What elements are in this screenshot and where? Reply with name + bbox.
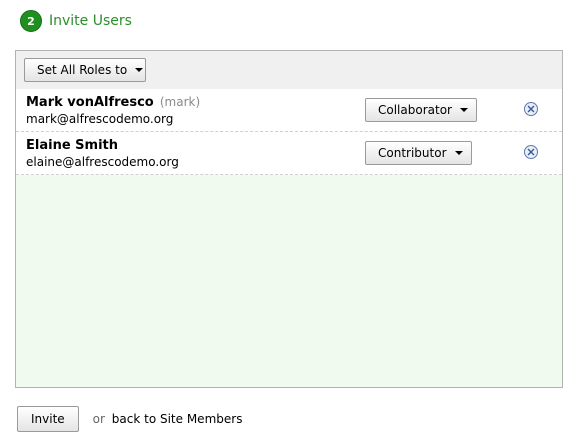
invite-button[interactable]: Invite — [17, 406, 79, 432]
user-list: Mark vonAlfresco (mark) mark@alfrescodem… — [16, 89, 562, 175]
footer-text: or back to Site Members — [93, 412, 243, 426]
user-username: (mark) — [159, 95, 201, 109]
caret-down-icon — [459, 108, 468, 112]
set-all-roles-button[interactable]: Set All Roles to — [24, 58, 146, 82]
user-email: elaine@alfrescodemo.org — [26, 155, 179, 169]
step-title: Invite Users — [49, 13, 132, 29]
set-all-roles-label: Set All Roles to — [37, 63, 128, 77]
close-circle-icon[interactable] — [523, 144, 539, 160]
role-label: Collaborator — [378, 103, 452, 117]
footer-or-text: or — [92, 412, 105, 426]
user-name-line: Mark vonAlfresco (mark) — [26, 95, 200, 110]
close-circle-icon[interactable] — [523, 101, 539, 117]
user-full-name: Elaine Smith — [26, 138, 118, 153]
user-email: mark@alfrescodemo.org — [26, 112, 174, 126]
step-header: 2 Invite Users — [20, 10, 132, 32]
role-dropdown-button[interactable]: Contributor — [365, 141, 472, 165]
role-label: Contributor — [378, 146, 447, 160]
role-dropdown-button[interactable]: Collaborator — [365, 98, 477, 122]
step-number-badge: 2 — [20, 10, 42, 32]
footer-actions: Invite or back to Site Members — [17, 406, 242, 432]
user-full-name: Mark vonAlfresco — [26, 95, 154, 110]
invitee-list-panel: Set All Roles to Mark vonAlfresco (mark)… — [15, 50, 563, 388]
user-name-line: Elaine Smith — [26, 138, 120, 153]
back-to-site-members-link[interactable]: back to Site Members — [112, 412, 243, 426]
caret-down-icon — [135, 68, 144, 72]
caret-down-icon — [454, 151, 463, 155]
user-row: Mark vonAlfresco (mark) mark@alfrescodem… — [16, 89, 562, 132]
user-row: Elaine Smith elaine@alfrescodemo.org Con… — [16, 132, 562, 175]
panel-toolbar: Set All Roles to — [16, 51, 562, 90]
